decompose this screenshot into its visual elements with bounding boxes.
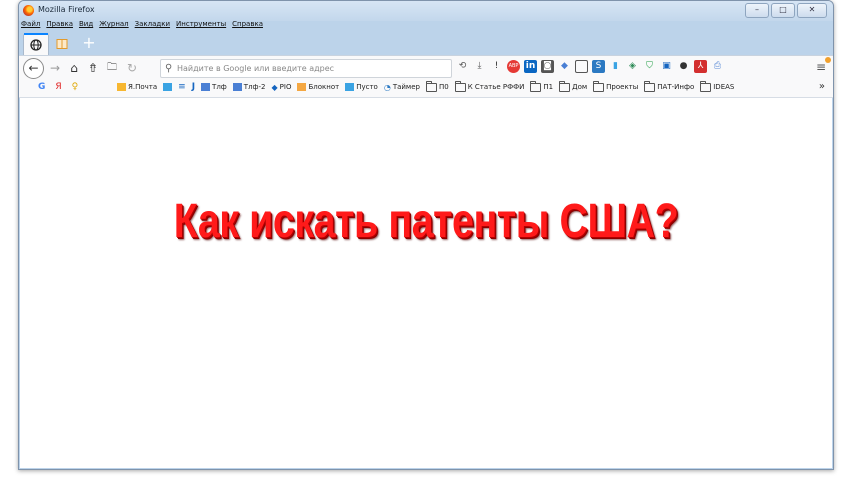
new-tab-button[interactable]: + [79, 33, 99, 55]
bookmark-mail[interactable]: Я.Почта [117, 82, 157, 92]
bookmark-phone-2[interactable]: Тлф-2 [232, 82, 266, 92]
bookmark-phone[interactable]: Тлф [201, 82, 227, 92]
screenshot-icon[interactable]: S [592, 60, 605, 73]
hamburger-menu-button[interactable]: ≡ [813, 57, 831, 75]
bookmarks-toolbar: G Я ♀ Я.Почта ≡ J Тлф Тлф-2 ◆ PIO Блокнот… [19, 79, 833, 98]
title-bar: Mozilla Firefox – □ ✕ [19, 1, 833, 21]
globe-icon [30, 38, 42, 51]
menu-view[interactable]: Вид [79, 20, 93, 33]
page-headline: Как искать патенты США? [173, 195, 679, 248]
shield-icon[interactable]: ⛉ [643, 60, 656, 73]
j-icon: J [191, 82, 196, 92]
note-icon[interactable]: ▮ [609, 60, 622, 73]
navigation-toolbar: ← → ⌂ ⇮ 🗀 ↻ ⚲ ⟲ ⤓ ! ABP in ◙ ◆ S ▮ ◈ ⛉ ▣… [19, 55, 833, 79]
bookmark-folder-p0[interactable]: П0 [425, 80, 449, 92]
bookmark-empty[interactable]: Пусто [345, 82, 378, 92]
folder-icon [559, 80, 571, 92]
menu-help[interactable]: Справка [232, 20, 263, 33]
save-icon[interactable]: ▣ [660, 60, 673, 73]
search-icon: ⚲ [165, 63, 173, 74]
folder-icon [454, 80, 466, 92]
bag-icon[interactable]: ◈ [626, 60, 639, 73]
window-title: Mozilla Firefox [38, 5, 95, 14]
bookmark-folder-p1[interactable]: П1 [530, 80, 553, 92]
folder-open-icon[interactable]: 🗀 [103, 59, 121, 77]
folder-icon [425, 80, 437, 92]
menu-history[interactable]: Журнал [99, 20, 128, 33]
menu-tools[interactable]: Инструменты [176, 20, 226, 33]
calendar-icon [163, 83, 173, 91]
bookmark-folder-ideas[interactable]: IDEAS [700, 80, 734, 92]
menu-edit[interactable]: Правка [46, 20, 73, 33]
folder-icon [593, 80, 605, 92]
forward-button[interactable]: → [46, 59, 64, 77]
bookmark-timer[interactable]: ◔ Таймер [384, 82, 420, 92]
maximize-button[interactable]: □ [771, 3, 795, 18]
folder-icon [700, 80, 712, 92]
notepad-icon [297, 83, 307, 91]
upload-icon[interactable]: ⇮ [84, 59, 102, 77]
account-icon[interactable]: ● [677, 60, 690, 73]
timer-icon: ◔ [383, 82, 391, 92]
diamond-icon: ◆ [271, 82, 278, 92]
print-icon[interactable]: ⎙ [711, 60, 724, 73]
extension-icon[interactable]: ◆ [558, 60, 571, 73]
menu-bookmarks[interactable]: Закладки [135, 20, 170, 33]
google-icon[interactable]: G [38, 82, 45, 92]
tab-reader[interactable] [50, 33, 74, 55]
url-bar[interactable]: ⚲ [160, 59, 452, 78]
minimize-button[interactable]: – [745, 3, 769, 18]
bookmark-j[interactable]: J [192, 82, 195, 92]
reader-icon [56, 39, 68, 49]
folder-icon [644, 80, 656, 92]
mail-icon [117, 83, 126, 91]
linkedin-icon[interactable]: in [524, 60, 537, 73]
menu-bar: Файл Правка Вид Журнал Закладки Инструме… [21, 20, 263, 33]
tab-active[interactable] [23, 33, 49, 55]
bookmarks-overflow-icon[interactable]: » [819, 81, 825, 92]
folder-icon [530, 80, 542, 92]
bookmark-stripes[interactable]: ≡ [178, 82, 186, 92]
reload-button[interactable]: ↻ [123, 59, 141, 77]
back-button[interactable]: ← [23, 58, 44, 79]
pdf-icon[interactable]: ⅄ [694, 60, 707, 73]
bookmark-notepad[interactable]: Блокнот [297, 82, 339, 92]
sidebar-icon[interactable] [575, 60, 588, 73]
lightbulb-icon[interactable]: ♀ [72, 82, 79, 92]
stripes-icon: ≡ [178, 82, 186, 92]
download-icon[interactable]: ⤓ [473, 60, 486, 73]
bookmark-folder-pat-info[interactable]: ПАТ-Инфо [644, 80, 694, 92]
home-button[interactable]: ⌂ [65, 59, 83, 77]
firefox-logo-icon [23, 5, 34, 16]
phone-icon [201, 83, 211, 91]
update-badge-icon [825, 57, 831, 63]
page-icon [345, 83, 355, 91]
adblock-icon[interactable]: ABP [507, 60, 520, 73]
exclamation-icon[interactable]: ! [490, 60, 503, 73]
page-content: Как искать патенты США? [20, 98, 832, 468]
bookmark-folder-projects[interactable]: Проекты [593, 80, 638, 92]
bookmark-pio[interactable]: ◆ PIO [272, 82, 292, 92]
tab-strip: + [19, 33, 833, 55]
bookmark-folder-home[interactable]: Дом [559, 80, 587, 92]
menu-file[interactable]: Файл [21, 20, 40, 33]
phone-icon [232, 83, 242, 91]
bookmark-folder-rffi[interactable]: К Статье РФФИ [454, 80, 524, 92]
bookmark-calendar[interactable] [163, 82, 173, 92]
url-input[interactable] [177, 60, 447, 77]
yandex-icon[interactable]: Я [55, 82, 61, 92]
browser-window: Mozilla Firefox – □ ✕ Файл Правка Вид Жу… [18, 0, 834, 470]
close-button[interactable]: ✕ [797, 3, 827, 18]
history-icon[interactable]: ⟲ [456, 60, 469, 73]
camera-icon[interactable]: ◙ [541, 60, 554, 73]
